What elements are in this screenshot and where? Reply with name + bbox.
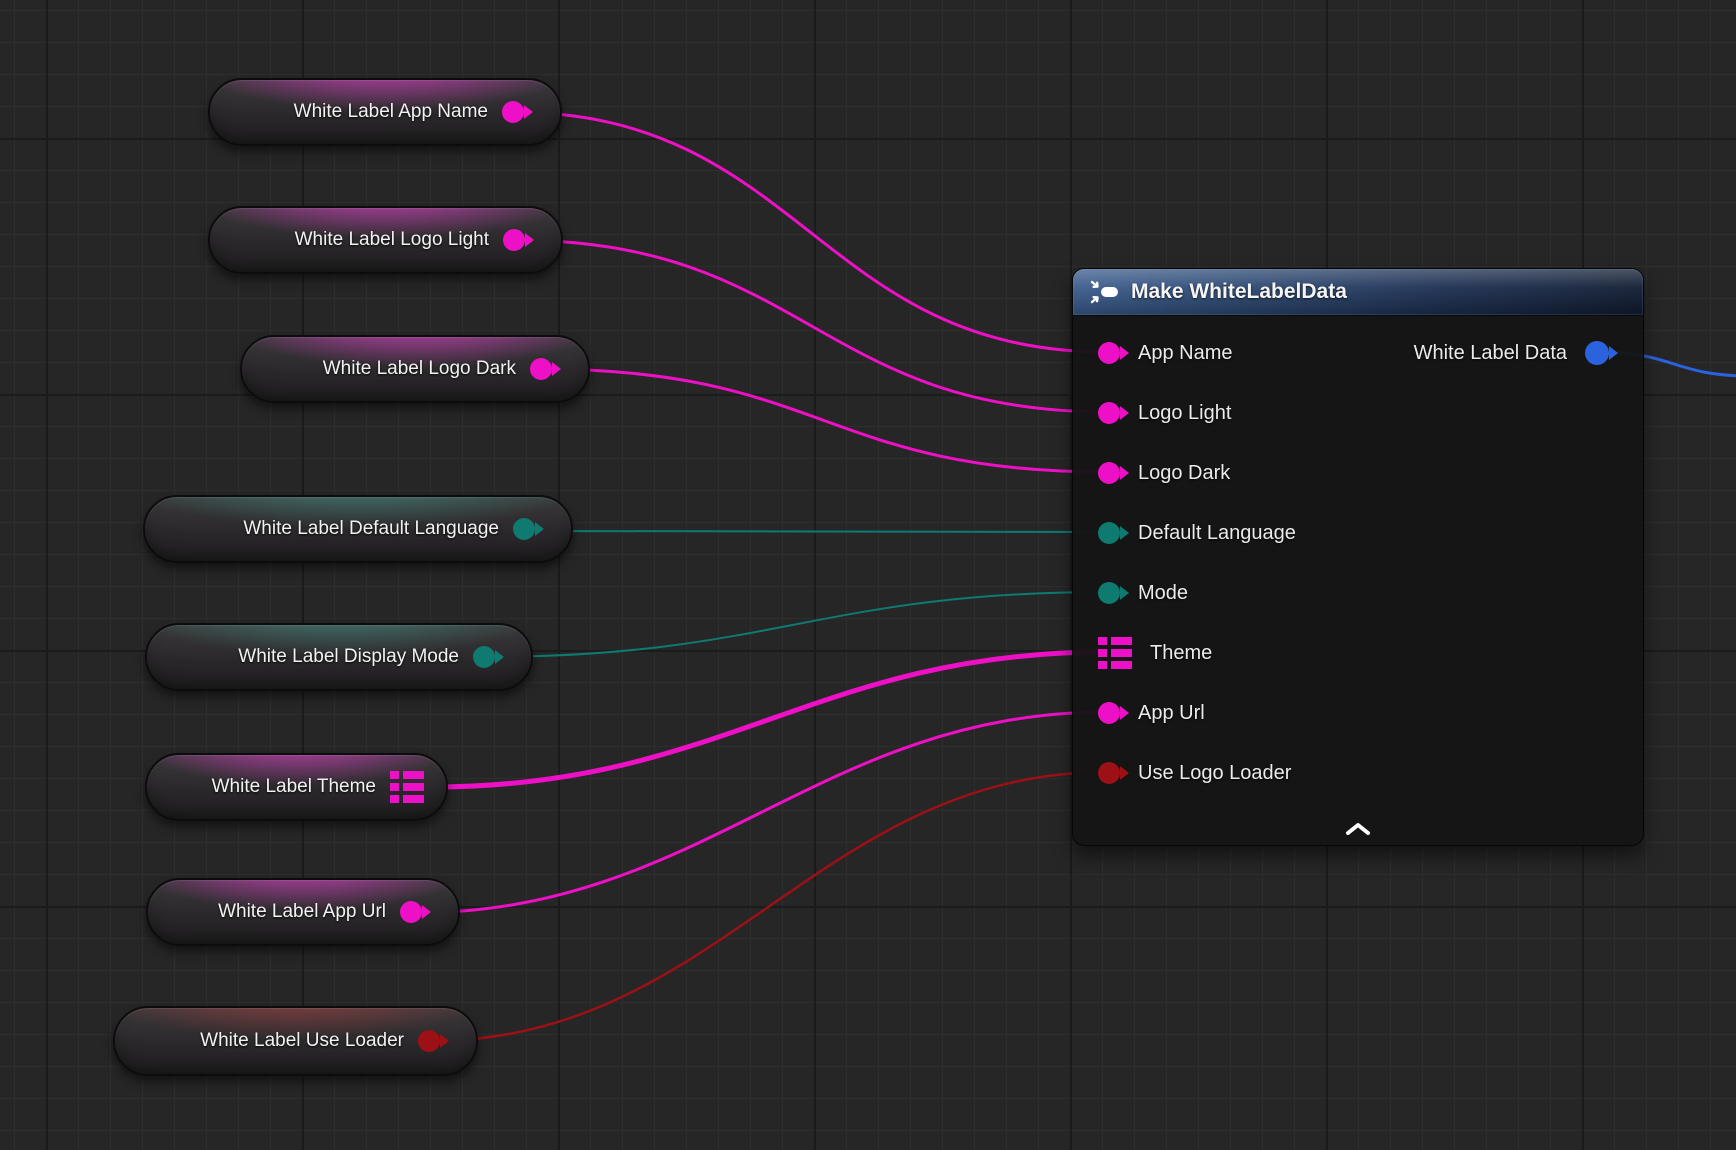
app-url-input-pin[interactable] — [1098, 702, 1120, 724]
chevron-up-icon — [1344, 822, 1372, 835]
make-node-header[interactable]: Make WhiteLabelData — [1073, 269, 1643, 316]
variable-node-label: White Label Logo Dark — [323, 358, 516, 380]
wire-logo-light[interactable] — [515, 240, 1108, 412]
input-row-default-language: Default Language — [1098, 516, 1296, 550]
wire-theme[interactable] — [432, 652, 1106, 787]
wire-mode[interactable] — [482, 592, 1108, 657]
variable-node-label: White Label Logo Light — [295, 229, 489, 251]
variable-node-white-label-use-loader[interactable]: White Label Use Loader — [113, 1006, 478, 1076]
make-node-title: Make WhiteLabelData — [1131, 280, 1347, 304]
input-row-theme: Theme — [1098, 636, 1212, 670]
input-row-use-logo-loader: Use Logo Loader — [1098, 756, 1291, 790]
variable-node-white-label-default-language[interactable]: White Label Default Language — [143, 495, 573, 563]
variable-node-white-label-app-name[interactable]: White Label App Name — [208, 78, 562, 146]
variable-node-white-label-logo-dark[interactable]: White Label Logo Dark — [240, 335, 590, 403]
input-pin-label: App Url — [1138, 702, 1205, 725]
variable-node-label: White Label Display Mode — [238, 646, 459, 668]
variable-node-label: White Label Theme — [212, 776, 376, 798]
white-label-use-loader-output-pin[interactable] — [418, 1030, 440, 1052]
output-row-white-label-data: White Label Data — [1414, 336, 1609, 370]
input-pin-label: App Name — [1138, 342, 1233, 365]
white-label-logo-light-output-pin[interactable] — [503, 229, 525, 251]
wire-default-language[interactable] — [527, 531, 1108, 532]
white-label-display-mode-output-pin[interactable] — [473, 646, 495, 668]
input-pin-label: Logo Light — [1138, 402, 1231, 425]
wire-logo-dark[interactable] — [540, 369, 1108, 472]
blueprint-graph-canvas[interactable]: White Label App Name White Label Logo Lig… — [0, 0, 1736, 1150]
input-row-app-url: App Url — [1098, 696, 1205, 730]
wire-use-logo-loader[interactable] — [430, 772, 1108, 1041]
input-pin-label: Default Language — [1138, 522, 1296, 545]
use-logo-loader-input-pin[interactable] — [1098, 762, 1120, 784]
input-pin-label: Mode — [1138, 582, 1188, 605]
variable-node-white-label-display-mode[interactable]: White Label Display Mode — [145, 623, 533, 691]
variable-node-label: White Label App Url — [218, 901, 386, 923]
theme-input-pin[interactable] — [1098, 637, 1132, 669]
variable-node-white-label-logo-light[interactable]: White Label Logo Light — [208, 206, 563, 274]
white-label-app-name-output-pin[interactable] — [502, 101, 524, 123]
make-struct-icon — [1089, 279, 1119, 305]
white-label-logo-dark-output-pin[interactable] — [530, 358, 552, 380]
mode-input-pin[interactable] — [1098, 582, 1120, 604]
logo-dark-input-pin[interactable] — [1098, 462, 1120, 484]
output-pin-label: White Label Data — [1414, 342, 1567, 365]
variable-node-white-label-theme[interactable]: White Label Theme — [145, 753, 448, 821]
white-label-app-url-output-pin[interactable] — [400, 901, 422, 923]
white-label-default-language-output-pin[interactable] — [513, 518, 535, 540]
variable-node-white-label-app-url[interactable]: White Label App Url — [146, 878, 460, 946]
input-pin-label: Theme — [1150, 642, 1212, 665]
white-label-data-output-pin[interactable] — [1585, 341, 1609, 365]
default-language-input-pin[interactable] — [1098, 522, 1120, 544]
input-row-mode: Mode — [1098, 576, 1188, 610]
wire-app-name[interactable] — [512, 112, 1108, 352]
app-name-input-pin[interactable] — [1098, 342, 1120, 364]
logo-light-input-pin[interactable] — [1098, 402, 1120, 424]
variable-node-label: White Label App Name — [294, 101, 488, 123]
input-pin-label: Use Logo Loader — [1138, 762, 1291, 785]
variable-node-label: White Label Use Loader — [200, 1030, 404, 1052]
input-row-logo-light: Logo Light — [1098, 396, 1231, 430]
wire-app-url[interactable] — [414, 712, 1108, 913]
input-pin-label: Logo Dark — [1138, 462, 1230, 485]
input-row-logo-dark: Logo Dark — [1098, 456, 1230, 490]
variable-node-label: White Label Default Language — [243, 518, 499, 540]
make-whitelabeldata-node[interactable]: Make WhiteLabelData App Name Logo Light Log… — [1072, 268, 1644, 846]
collapse-node-chevron[interactable] — [1344, 822, 1372, 835]
white-label-theme-output-pin[interactable] — [390, 771, 424, 803]
input-row-app-name: App Name — [1098, 336, 1233, 370]
